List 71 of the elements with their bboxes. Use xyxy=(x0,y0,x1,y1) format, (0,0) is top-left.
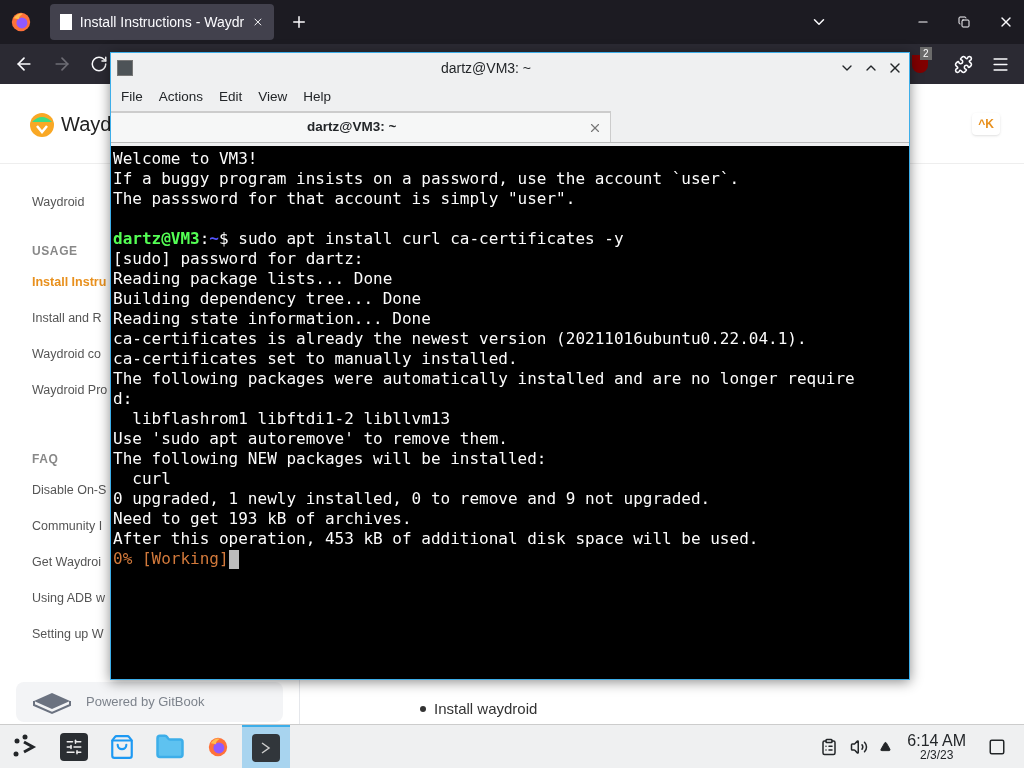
terminal-line: ca-certificates set to manually installed. xyxy=(113,349,519,369)
section-header: FAQ xyxy=(32,451,59,468)
new-tab-icon[interactable] xyxy=(290,13,308,31)
sidebar-link[interactable]: Disable On-S xyxy=(32,472,107,508)
firefox-icon xyxy=(10,11,32,33)
window-title: dartz@VM3: ~ xyxy=(439,58,533,78)
bullet-icon xyxy=(420,706,426,712)
terminal-line: curl xyxy=(131,469,172,489)
terminal-line: Reading package lists... Done xyxy=(113,269,394,289)
terminal-line: Use 'sudo apt autoremove' to remove them. xyxy=(113,429,509,449)
terminal-line: Need to get 193 kB of archives. xyxy=(113,509,413,529)
sidebar-link[interactable]: Using ADB w xyxy=(32,580,105,616)
terminal-line: Building dependency tree... Done xyxy=(113,289,423,309)
terminal-line: Reading state information... Done xyxy=(113,309,432,329)
expand-icon[interactable] xyxy=(880,741,892,752)
notification-badge: 2 xyxy=(920,47,932,60)
terminal-line: Welcome to VM3! xyxy=(113,149,259,169)
sidebar-link[interactable]: Get Waydroi xyxy=(32,544,101,580)
powered-by-card[interactable]: Powered by GitBook xyxy=(16,682,283,722)
sidebar-link[interactable]: Waydroid xyxy=(32,184,85,220)
restore-icon[interactable] xyxy=(958,16,970,28)
sidebar-link[interactable]: Community I xyxy=(32,508,103,544)
shortcut-key: ^K xyxy=(972,112,1000,135)
cursor xyxy=(228,549,239,569)
powered-by-text: Powered by GitBook xyxy=(86,693,205,712)
terminal-line: The following packages were automatically installed and are no longer require xyxy=(113,369,856,389)
terminal-icon xyxy=(252,733,280,762)
sidebar-link[interactable]: Waydroid Pro xyxy=(32,372,108,408)
taskbar-app[interactable] xyxy=(242,724,290,768)
terminal-line: If a buggy program insists on a password, use the account `user`. xyxy=(113,169,741,189)
terminal-line: [sudo] password for dartz: xyxy=(113,249,365,269)
browser-tab[interactable]: Install Instructions - Waydr xyxy=(50,4,274,40)
menu-item[interactable]: View xyxy=(252,86,294,108)
terminal-line: After this operation, 453 kB of additional disk space will be used. xyxy=(113,529,760,549)
firefox-icon xyxy=(207,735,229,758)
clock-date[interactable]: 2/3/23 xyxy=(919,748,954,761)
show-desktop-icon[interactable] xyxy=(988,737,1006,756)
clock-time[interactable]: 6:14 AM xyxy=(907,732,966,749)
extensions-icon[interactable] xyxy=(954,54,973,74)
shopping-bag-icon xyxy=(109,733,135,760)
sidebar-link[interactable]: Waydroid co xyxy=(32,336,101,372)
volume-icon[interactable] xyxy=(850,737,869,756)
terminal-line: The following NEW packages will be installed: xyxy=(113,449,548,469)
reload-icon[interactable] xyxy=(90,55,108,73)
brand-name: Wayd xyxy=(61,111,112,137)
terminal-line: $ sudo apt install curl ca-certificates -y xyxy=(219,229,624,249)
terminal-icon xyxy=(117,60,133,76)
terminal-line: libflashrom1 libftdi1-2 libllvm13 xyxy=(131,409,452,429)
tab-title: Install Instructions - Waydr xyxy=(79,12,245,32)
menu-item[interactable]: Actions xyxy=(152,86,210,108)
clipboard-icon[interactable] xyxy=(820,737,839,756)
terminal-line: 0 upgraded, 1 newly installed, 0 to remove and 9 not upgraded. xyxy=(113,489,712,509)
prompt-user: dartz@VM3 xyxy=(113,229,200,249)
terminal-output[interactable] xyxy=(111,146,909,679)
terminal-line: The passsword for that account is simply "user". xyxy=(113,189,577,209)
menu-item[interactable]: Edit xyxy=(213,86,249,108)
prompt-path: ~ xyxy=(209,229,219,249)
bullet-text: Install waydroid xyxy=(434,698,538,719)
section-header: USAGE xyxy=(32,243,78,260)
menu-item[interactable]: Help xyxy=(297,86,338,108)
progress-text: 0% [Working] xyxy=(113,549,229,569)
page-icon xyxy=(60,14,72,30)
terminal-line: ca-certificates is already the newest version (20211016ubuntu0.22.04.1). xyxy=(113,329,808,349)
prompt-separator: : xyxy=(199,229,210,249)
terminal-tab[interactable]: dartz@VM3: ~ xyxy=(111,111,611,142)
settings-icon xyxy=(60,732,88,761)
menu-item[interactable]: File xyxy=(115,86,149,108)
sidebar-link[interactable]: Setting up W xyxy=(32,616,104,652)
sidebar-link[interactable]: Install and R xyxy=(32,300,102,336)
tab-title: dartz@VM3: ~ xyxy=(307,118,398,137)
terminal-line: d: xyxy=(113,389,134,409)
